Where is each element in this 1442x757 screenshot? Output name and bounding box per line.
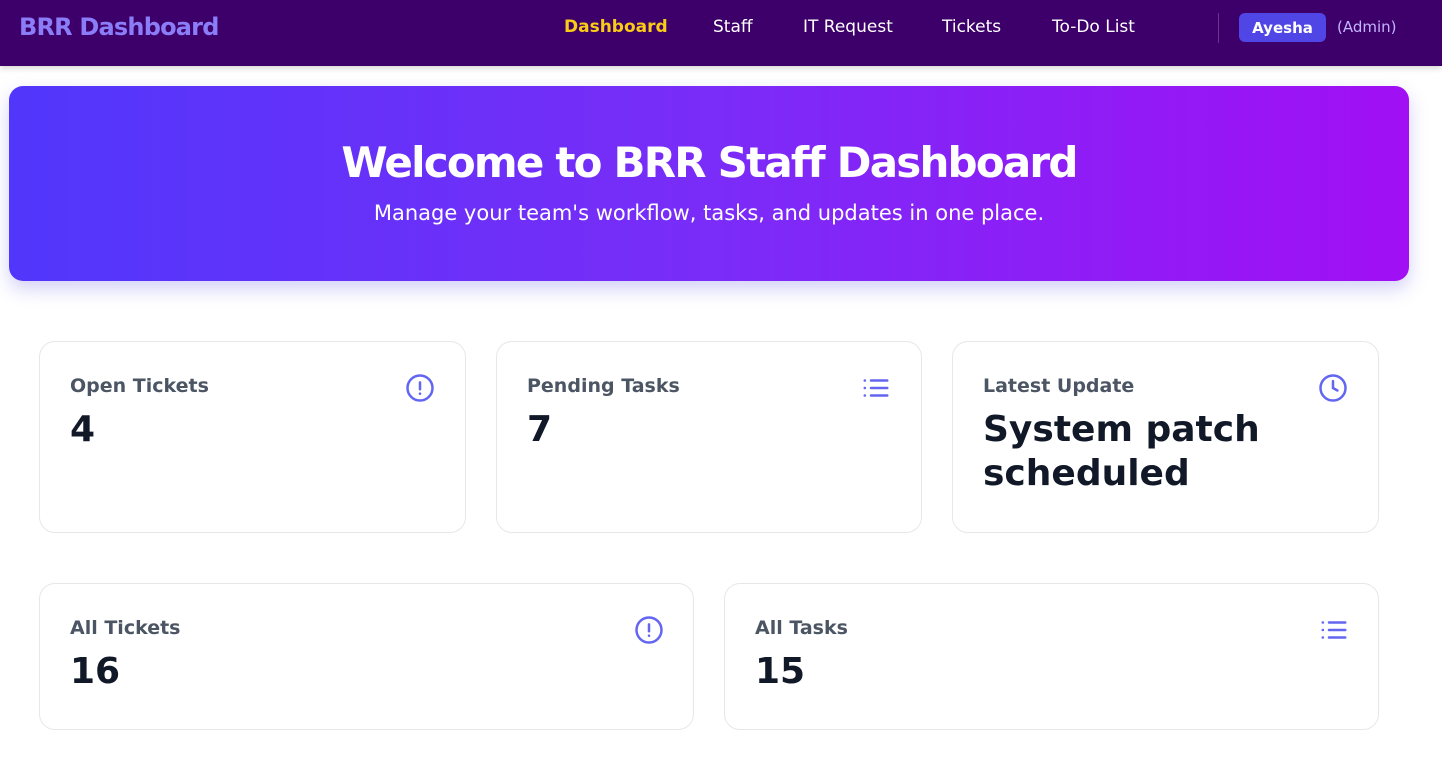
stat-card-latest-update: Latest Update System patch scheduled (952, 341, 1379, 533)
banner-subtitle: Manage your team's workflow, tasks, and … (373, 201, 1045, 225)
user-role-label: (Admin) (1337, 18, 1397, 36)
card-value: 7 (527, 409, 553, 450)
card-label: Pending Tasks (527, 375, 680, 397)
alert-circle-icon (634, 615, 664, 645)
nav-link-it-request[interactable]: IT Request (803, 17, 893, 37)
stat-card-open-tickets: Open Tickets 4 (39, 341, 466, 533)
stat-card-all-tasks: All Tasks 15 (724, 583, 1379, 730)
card-value: System patch scheduled (983, 409, 1260, 494)
nav-link-tickets[interactable]: Tickets (942, 17, 1001, 37)
top-navbar: BRR Dashboard Dashboard Staff IT Request… (0, 0, 1442, 66)
user-name-badge[interactable]: Ayesha (1239, 13, 1326, 42)
nav-divider (1218, 13, 1219, 43)
banner-title: Welcome to BRR Staff Dashboard (341, 138, 1078, 187)
card-label: All Tickets (70, 617, 181, 639)
nav-link-todo-list[interactable]: To-Do List (1052, 17, 1135, 37)
welcome-banner: Welcome to BRR Staff Dashboard Manage yo… (9, 86, 1409, 281)
card-label: Latest Update (983, 375, 1135, 397)
stat-card-pending-tasks: Pending Tasks 7 (496, 341, 922, 533)
card-value: 4 (70, 409, 96, 450)
card-label: All Tasks (755, 617, 848, 639)
alert-circle-icon (405, 373, 435, 403)
card-value: 15 (755, 651, 806, 692)
card-label: Open Tickets (70, 375, 209, 397)
card-value: 16 (70, 651, 121, 692)
nav-link-staff[interactable]: Staff (713, 17, 753, 37)
list-icon (861, 373, 891, 403)
brand-logo-text[interactable]: BRR Dashboard (19, 13, 219, 41)
clock-icon (1318, 373, 1348, 403)
stat-card-all-tickets: All Tickets 16 (39, 583, 694, 730)
list-icon (1319, 615, 1349, 645)
nav-link-dashboard[interactable]: Dashboard (564, 17, 668, 37)
